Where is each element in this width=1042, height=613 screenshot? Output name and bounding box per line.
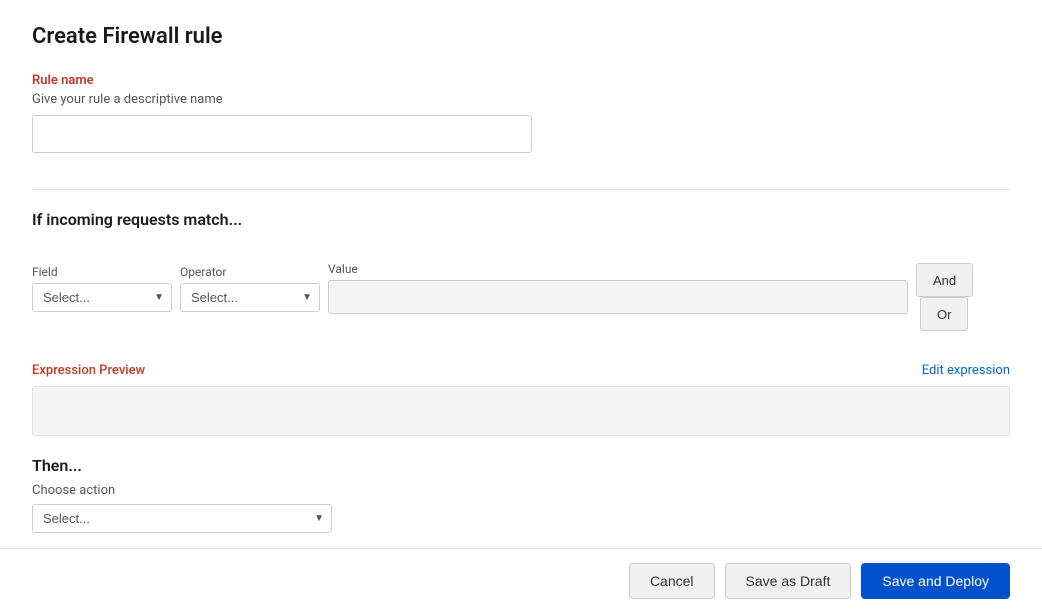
edit-expression-link[interactable]: Edit expression bbox=[922, 363, 1010, 378]
choose-action-label: Choose action bbox=[32, 483, 1010, 498]
operator-col: Operator Select... ▼ bbox=[180, 265, 320, 312]
value-col-label: Value bbox=[328, 262, 908, 276]
operator-select-wrapper: Select... ▼ bbox=[180, 283, 320, 312]
operator-col-label: Operator bbox=[180, 265, 320, 279]
logic-col: And Or bbox=[916, 263, 1010, 331]
value-input[interactable] bbox=[328, 280, 908, 314]
rule-name-hint: Give your rule a descriptive name bbox=[32, 92, 1010, 107]
value-col: Value bbox=[328, 262, 908, 314]
rule-name-section: Rule name Give your rule a descriptive n… bbox=[32, 73, 1010, 153]
field-col: Field Select... ▼ bbox=[32, 265, 172, 312]
save-deploy-button[interactable]: Save and Deploy bbox=[861, 563, 1010, 599]
field-select[interactable]: Select... bbox=[32, 283, 172, 312]
expression-preview-box bbox=[32, 386, 1010, 436]
action-select[interactable]: Select... bbox=[32, 504, 332, 533]
rule-name-input[interactable] bbox=[32, 115, 532, 153]
rule-name-label: Rule name bbox=[32, 73, 1010, 88]
incoming-heading: If incoming requests match... bbox=[32, 210, 1010, 229]
cancel-button[interactable]: Cancel bbox=[629, 563, 715, 599]
expression-row: Expression Preview Edit expression bbox=[32, 363, 1010, 378]
page-title: Create Firewall rule bbox=[32, 24, 1010, 49]
field-select-wrapper: Select... ▼ bbox=[32, 283, 172, 312]
or-button[interactable]: Or bbox=[920, 297, 968, 331]
footer: Cancel Save as Draft Save and Deploy bbox=[0, 548, 1042, 613]
expression-label: Expression Preview bbox=[32, 363, 145, 378]
divider-1 bbox=[32, 189, 1010, 190]
and-button[interactable]: And bbox=[916, 263, 973, 297]
save-draft-button[interactable]: Save as Draft bbox=[725, 563, 852, 599]
then-section: Then... Choose action Select... ▼ bbox=[32, 456, 1010, 533]
action-select-wrapper: Select... ▼ bbox=[32, 504, 332, 533]
then-heading: Then... bbox=[32, 456, 1010, 475]
filter-row: Field Select... ▼ Operator Select... ▼ bbox=[32, 245, 1010, 331]
operator-select[interactable]: Select... bbox=[180, 283, 320, 312]
field-col-label: Field bbox=[32, 265, 172, 279]
incoming-section: If incoming requests match... Field Sele… bbox=[32, 210, 1010, 347]
page-container: Create Firewall rule Rule name Give your… bbox=[0, 0, 1042, 613]
